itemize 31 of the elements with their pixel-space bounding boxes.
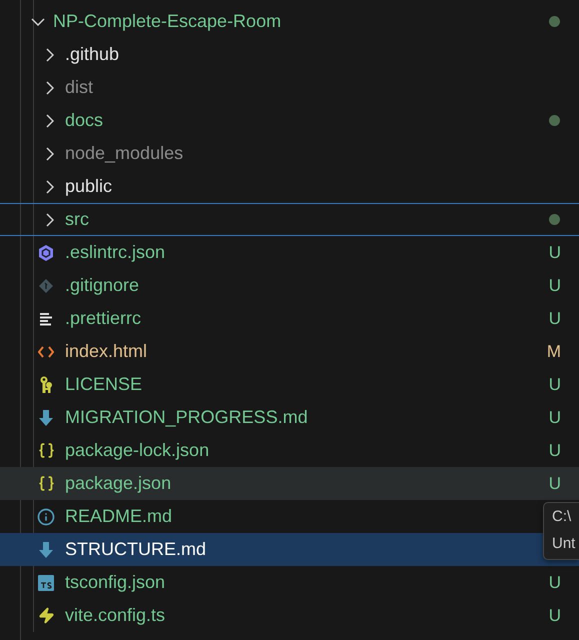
file-name: package.json [65,473,172,494]
git-status-letter: U [548,606,561,626]
git-status-letter: U [548,308,561,328]
git-status-letter: U [548,474,561,494]
file-name: .gitignore [65,275,140,296]
folder-name: NP-Complete-Escape-Room [53,11,282,32]
file-name: MIGRATION_PROGRESS.md [65,407,308,428]
file-name: index.html [65,341,148,362]
file-name: package-lock.json [65,440,210,461]
git-status-letter: M [546,342,561,362]
tooltip-text: Unt [552,534,576,554]
file-name: LICENSE [65,374,142,395]
folder-name: .github [65,44,120,65]
git-status-letter: U [548,440,561,460]
git-status-letter: U [548,242,561,262]
file-name: vite.config.ts [65,605,166,626]
git-status-letter: U [548,276,561,296]
file-name: .eslintrc.json [65,242,166,263]
tooltip-text: C:\ [552,507,572,527]
folder-name: public [65,176,112,197]
file-name: README.md [65,506,172,527]
folder-name: src [65,209,89,230]
file-name: .prettierrc [65,308,142,329]
git-status-letter: U [548,572,561,592]
file-name: STRUCTURE.md [65,539,206,560]
git-status-letter: U [548,374,561,394]
folder-name: docs [65,110,104,131]
git-status-letter: U [548,408,561,428]
file-name: tsconfig.json [65,572,166,593]
folder-name: node_modules [65,143,184,164]
folder-name: dist [65,77,94,98]
